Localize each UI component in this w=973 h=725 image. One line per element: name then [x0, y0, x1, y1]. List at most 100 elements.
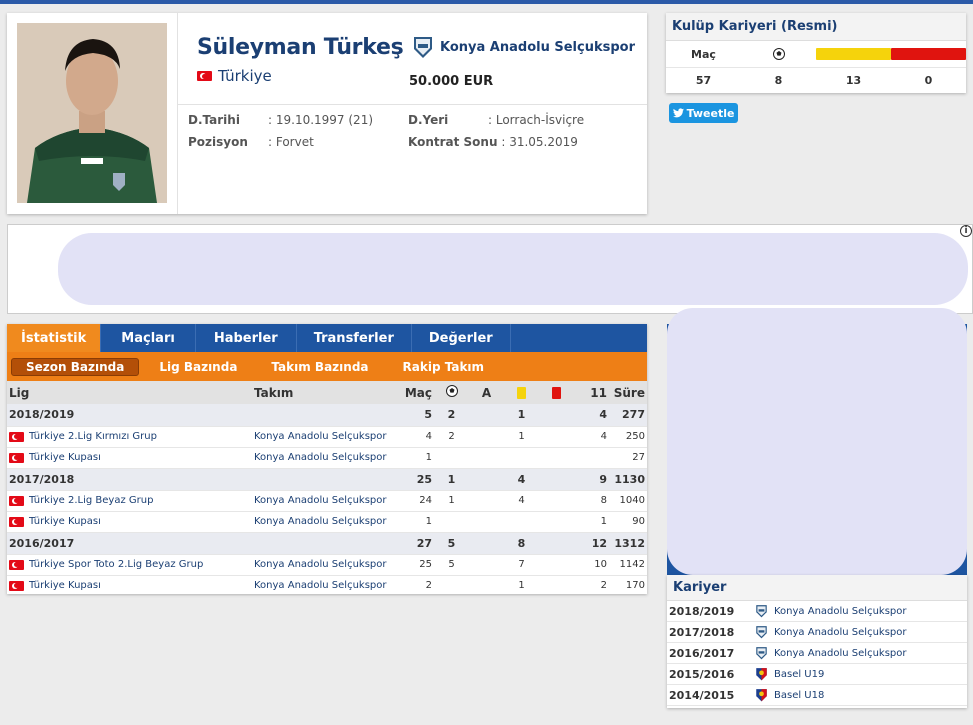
- cell-league[interactable]: Türkiye Kupası: [7, 511, 252, 533]
- player-photo: [17, 23, 167, 203]
- cell-starting: 4: [574, 404, 609, 427]
- basel-crest-icon: [756, 668, 767, 681]
- cell-league[interactable]: Türkiye 2.Lig Kırmızı Grup: [7, 426, 252, 448]
- cell-time: 250: [609, 426, 647, 448]
- col-league: Lig: [7, 381, 252, 404]
- side-ad-placeholder[interactable]: [667, 308, 967, 575]
- career-club-link[interactable]: Basel U18: [755, 688, 824, 702]
- team-link[interactable]: Konya Anadolu Selçukspor: [252, 554, 402, 576]
- table-row: Türkiye Kupası Konya Anadolu Selçukspor 1 2…: [7, 447, 647, 469]
- league-link[interactable]: Türkiye Kupası: [29, 580, 101, 591]
- team-link[interactable]: Konya Anadolu Selçukspor: [252, 511, 402, 533]
- subtab-season[interactable]: Sezon Bazında: [11, 357, 140, 376]
- cell-league[interactable]: Türkiye 2.Lig Beyaz Grup: [7, 490, 252, 512]
- career-year: 2018/2019: [669, 604, 735, 618]
- nationality-label: Türkiye: [218, 67, 272, 85]
- season-row: 2018/2019 5 2 1 4 277: [7, 404, 647, 427]
- career-row: 2016/2017 Konya Anadolu Selçukspor: [667, 643, 967, 664]
- subtab-opponent[interactable]: Rakip Takım: [389, 358, 499, 376]
- career-year: 2014/2015: [669, 688, 735, 702]
- cell-goals: 5: [434, 532, 469, 555]
- cell-league[interactable]: Türkiye Kupası: [7, 447, 252, 469]
- basel-crest-icon: [756, 689, 767, 702]
- cell-goals: 2: [434, 426, 469, 448]
- career-club-link[interactable]: Konya Anadolu Selçukspor: [755, 646, 907, 660]
- contract-label: Kontrat Sonu: [408, 135, 498, 149]
- cell-starting: 1: [574, 511, 609, 533]
- turkey-flag-icon: [197, 71, 212, 81]
- cell-league[interactable]: Türkiye Kupası: [7, 575, 252, 597]
- ad-info-icon[interactable]: i: [960, 225, 972, 237]
- cell-starting: 4: [574, 426, 609, 448]
- col-red: [539, 381, 574, 404]
- career-club-name: Konya Anadolu Selçukspor: [774, 647, 907, 659]
- cell-goals: [434, 575, 469, 597]
- cell-matches: 1: [402, 447, 434, 469]
- cell-goals: 2: [434, 404, 469, 427]
- career-title: Kariyer: [667, 575, 967, 601]
- tweet-button[interactable]: Tweetle: [669, 103, 738, 123]
- league-link[interactable]: Türkiye Kupası: [29, 516, 101, 527]
- yellow-value: 13: [845, 74, 862, 87]
- col-matches: Maç: [402, 381, 434, 404]
- current-club-link[interactable]: Konya Anadolu Selçukspor: [412, 35, 635, 59]
- turkey-flag-icon: [9, 559, 24, 570]
- top-bar: [0, 0, 973, 4]
- cell-goals: 1: [434, 468, 469, 491]
- league-link[interactable]: Türkiye Spor Toto 2.Lig Beyaz Grup: [29, 559, 203, 570]
- cell-assists: [469, 447, 504, 469]
- col-team: Takım: [252, 381, 402, 404]
- tab-matches[interactable]: Maçları: [101, 324, 196, 352]
- cell-matches: 5: [402, 404, 434, 427]
- season-row: 2016/2017 27 5 8 12 1312: [7, 532, 647, 555]
- career-club-link[interactable]: Basel U19: [755, 667, 824, 681]
- subtab-league[interactable]: Lig Bazında: [145, 358, 251, 376]
- cell-red: [539, 532, 574, 555]
- subtab-team[interactable]: Takım Bazında: [257, 358, 382, 376]
- cell-matches: 25: [402, 554, 434, 576]
- league-link[interactable]: Türkiye 2.Lig Kırmızı Grup: [29, 431, 157, 442]
- turkey-flag-icon: [9, 516, 24, 527]
- ad-placeholder[interactable]: [58, 233, 968, 305]
- team-link[interactable]: Konya Anadolu Selçukspor: [252, 447, 402, 469]
- league-link[interactable]: Türkiye Kupası: [29, 452, 101, 463]
- tab-values[interactable]: Değerler: [412, 324, 511, 352]
- career-year: 2017/2018: [669, 625, 735, 639]
- team-link[interactable]: Konya Anadolu Selçukspor: [252, 426, 402, 448]
- sub-tabs: Sezon Bazında Lig Bazında Takım Bazında …: [7, 352, 647, 381]
- turkey-flag-icon: [9, 452, 24, 463]
- position-row: Pozisyon: Forvet: [188, 135, 314, 149]
- cell-time: 1130: [609, 468, 647, 491]
- cell-yellow: 7: [504, 554, 539, 576]
- career-club-link[interactable]: Konya Anadolu Selçukspor: [755, 625, 907, 639]
- col-starting: 11: [574, 381, 609, 404]
- cell-matches: 25: [402, 468, 434, 491]
- cell-assists: [469, 575, 504, 597]
- team-link[interactable]: Konya Anadolu Selçukspor: [252, 490, 402, 512]
- career-club-link[interactable]: Konya Anadolu Selçukspor: [755, 604, 907, 618]
- yellow-card-icon: [816, 48, 891, 60]
- tab-statistics[interactable]: İstatistik: [7, 324, 102, 352]
- team-link[interactable]: Konya Anadolu Selçukspor: [252, 575, 402, 597]
- cell-red: [539, 426, 574, 448]
- tab-transfers[interactable]: Transferler: [297, 324, 412, 352]
- birthplace-label: D.Yeri: [408, 113, 449, 127]
- turkey-flag-icon: [9, 431, 24, 442]
- cell-time: 170: [609, 575, 647, 597]
- goal-ball-icon: [445, 385, 458, 397]
- table-row: Türkiye Kupası Konya Anadolu Selçukspor 2 1…: [7, 575, 647, 597]
- cell-starting: 2: [574, 575, 609, 597]
- cell-goals: [434, 447, 469, 469]
- career-row: 2018/2019 Konya Anadolu Selçukspor: [667, 601, 967, 622]
- tab-news[interactable]: Haberler: [196, 324, 297, 352]
- cell-league[interactable]: Türkiye Spor Toto 2.Lig Beyaz Grup: [7, 554, 252, 576]
- career-row: 2017/2018 Konya Anadolu Selçukspor: [667, 622, 967, 643]
- turkey-flag-icon: [9, 580, 24, 591]
- player-name: Süleyman Türkeş: [197, 35, 404, 60]
- table-row: Türkiye 2.Lig Beyaz Grup Konya Anadolu Se…: [7, 490, 647, 512]
- career-club-name: Basel U19: [774, 668, 825, 680]
- season-stats-table: Lig Takım Maç A 11 Süre 2018/2019 5 2 1 4 277…: [7, 381, 647, 597]
- cell-matches: 1: [402, 511, 434, 533]
- league-link[interactable]: Türkiye 2.Lig Beyaz Grup: [29, 495, 153, 506]
- club-career-title: Kulüp Kariyeri (Resmi): [666, 13, 966, 41]
